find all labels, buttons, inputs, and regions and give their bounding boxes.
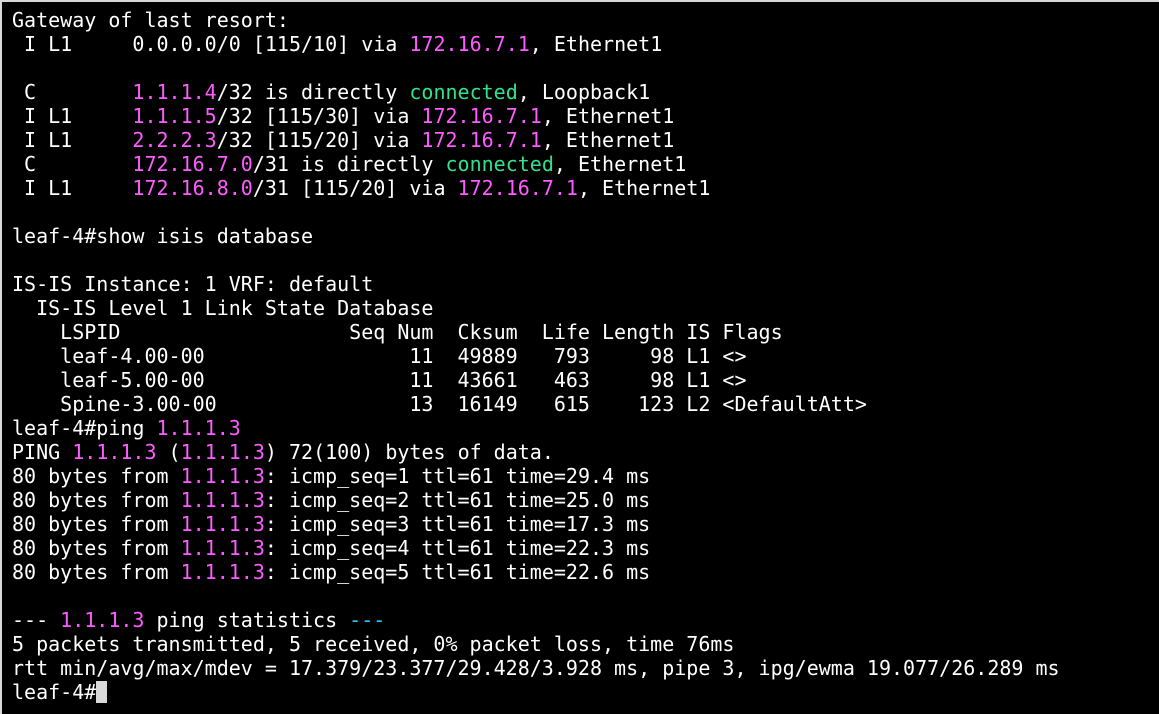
terminal-line: --- 1.1.1.3 ping statistics --- (12, 608, 1159, 632)
text-segment: I L1 0.0.0.0/0 [115/10] via (12, 32, 410, 56)
highlighted-token: 1.1.1.3 (180, 464, 265, 488)
terminal-line: 80 bytes from 1.1.1.3: icmp_seq=4 ttl=61… (12, 536, 1159, 560)
highlighted-token: 172.16.7.1 (457, 176, 578, 200)
text-segment: ping statistics (144, 608, 350, 632)
terminal-line: 80 bytes from 1.1.1.3: icmp_seq=5 ttl=61… (12, 560, 1159, 584)
highlighted-token: 1.1.1.3 (60, 608, 145, 632)
text-segment: /32 [115/30] via (216, 104, 422, 128)
terminal-line: C 1.1.1.4/32 is directly connected, Loop… (12, 80, 1159, 104)
terminal-line: 80 bytes from 1.1.1.3: icmp_seq=1 ttl=61… (12, 464, 1159, 488)
terminal-line: 5 packets transmitted, 5 received, 0% pa… (12, 632, 1159, 656)
highlighted-token: 1.1.1.3 (180, 488, 265, 512)
highlighted-token: 172.16.7.1 (421, 128, 542, 152)
text-segment: PING (12, 440, 73, 464)
text-segment: /31 [115/20] via (252, 176, 458, 200)
text-segment: leaf-5.00-00 11 43661 463 98 L1 <> (12, 368, 747, 392)
text-segment: leaf-4#ping (12, 416, 157, 440)
text-segment: 80 bytes from (12, 488, 181, 512)
prompt-text: leaf-4# (12, 680, 97, 704)
highlighted-token: 1.1.1.4 (132, 80, 217, 104)
text-segment: : icmp_seq=2 ttl=61 time=25.0 ms (264, 488, 651, 512)
text-segment: ) 72(100) bytes of data. (264, 440, 554, 464)
terminal-line: Spine-3.00-00 13 16149 615 123 L2 <Defau… (12, 392, 1159, 416)
highlighted-token: connected (409, 80, 518, 104)
text-segment: , Ethernet1 (553, 152, 687, 176)
text-cursor (96, 681, 108, 703)
terminal-line: IS-IS Instance: 1 VRF: default (12, 272, 1159, 296)
terminal-line: C 172.16.7.0/31 is directly connected, E… (12, 152, 1159, 176)
terminal-line: PING 1.1.1.3 (1.1.1.3) 72(100) bytes of … (12, 440, 1159, 464)
terminal-line: I L1 0.0.0.0/0 [115/10] via 172.16.7.1, … (12, 32, 1159, 56)
terminal-line: 80 bytes from 1.1.1.3: icmp_seq=3 ttl=61… (12, 512, 1159, 536)
highlighted-token: 172.16.7.0 (132, 152, 253, 176)
terminal-line: IS-IS Level 1 Link State Database (12, 296, 1159, 320)
text-segment: leaf-4.00-00 11 49889 793 98 L1 <> (12, 344, 747, 368)
highlighted-token: 1.1.1.3 (72, 440, 157, 464)
highlighted-token: 1.1.1.3 (180, 512, 265, 536)
text-segment: 80 bytes from (12, 560, 181, 584)
highlighted-token: 1.1.1.3 (180, 440, 265, 464)
text-segment: : icmp_seq=1 ttl=61 time=29.4 ms (264, 464, 651, 488)
terminal-line: I L1 172.16.8.0/31 [115/20] via 172.16.7… (12, 176, 1159, 200)
text-segment: , Ethernet1 (529, 32, 663, 56)
text-segment: ( (156, 440, 181, 464)
terminal-line: leaf-4#show isis database (12, 224, 1159, 248)
terminal-line: leaf-5.00-00 11 43661 463 98 L1 <> (12, 368, 1159, 392)
highlighted-token: --- (349, 608, 386, 632)
text-segment: /31 is directly (252, 152, 446, 176)
terminal-line: LSPID Seq Num Cksum Life Length IS Flags (12, 320, 1159, 344)
text-segment: : icmp_seq=4 ttl=61 time=22.3 ms (264, 536, 651, 560)
text-segment: 80 bytes from (12, 536, 181, 560)
terminal-line: Gateway of last resort: (12, 8, 1159, 32)
text-segment: , Ethernet1 (541, 128, 675, 152)
highlighted-token: 1.1.1.3 (180, 536, 265, 560)
prompt-line[interactable]: leaf-4# (12, 680, 1159, 704)
text-segment: : icmp_seq=5 ttl=61 time=22.6 ms (264, 560, 651, 584)
highlighted-token: 172.16.8.0 (132, 176, 253, 200)
text-segment: IS-IS Level 1 Link State Database (12, 296, 434, 320)
terminal-line: 80 bytes from 1.1.1.3: icmp_seq=2 ttl=61… (12, 488, 1159, 512)
terminal-line: leaf-4.00-00 11 49889 793 98 L1 <> (12, 344, 1159, 368)
text-segment: rtt min/avg/max/mdev = 17.379/23.377/29.… (12, 656, 1060, 680)
text-segment: Gateway of last resort: (12, 8, 289, 32)
text-segment: C (12, 152, 133, 176)
text-segment: Spine-3.00-00 13 16149 615 123 L2 <Defau… (12, 392, 867, 416)
text-segment: , Loopback1 (517, 80, 651, 104)
text-segment: , Ethernet1 (541, 104, 675, 128)
text-segment: 80 bytes from (12, 464, 181, 488)
highlighted-token: 172.16.7.1 (409, 32, 530, 56)
highlighted-token: 1.1.1.3 (180, 560, 265, 584)
text-segment: 80 bytes from (12, 512, 181, 536)
text-segment: --- (12, 608, 61, 632)
terminal-line: leaf-4#ping 1.1.1.3 (12, 416, 1159, 440)
text-segment: C (12, 80, 133, 104)
terminal-line: rtt min/avg/max/mdev = 17.379/23.377/29.… (12, 656, 1159, 680)
terminal-line: I L1 2.2.2.3/32 [115/20] via 172.16.7.1,… (12, 128, 1159, 152)
text-segment: /32 is directly (216, 80, 410, 104)
terminal-window[interactable]: Gateway of last resort: I L1 0.0.0.0/0 [… (0, 0, 1159, 714)
text-segment: , Ethernet1 (577, 176, 711, 200)
text-segment: I L1 (12, 128, 133, 152)
text-segment: 5 packets transmitted, 5 received, 0% pa… (12, 632, 735, 656)
highlighted-token: connected (445, 152, 554, 176)
terminal-output: Gateway of last resort: I L1 0.0.0.0/0 [… (12, 8, 1159, 680)
highlighted-token: 172.16.7.1 (421, 104, 542, 128)
text-segment: LSPID Seq Num Cksum Life Length IS Flags (12, 320, 783, 344)
text-segment: I L1 (12, 104, 133, 128)
text-segment: /32 [115/20] via (216, 128, 422, 152)
highlighted-token: 1.1.1.3 (156, 416, 241, 440)
highlighted-token: 2.2.2.3 (132, 128, 217, 152)
text-segment: leaf-4#show isis database (12, 224, 314, 248)
terminal-line: I L1 1.1.1.5/32 [115/30] via 172.16.7.1,… (12, 104, 1159, 128)
text-segment: IS-IS Instance: 1 VRF: default (12, 272, 374, 296)
text-segment: I L1 (12, 176, 133, 200)
text-segment: : icmp_seq=3 ttl=61 time=17.3 ms (264, 512, 651, 536)
highlighted-token: 1.1.1.5 (132, 104, 217, 128)
